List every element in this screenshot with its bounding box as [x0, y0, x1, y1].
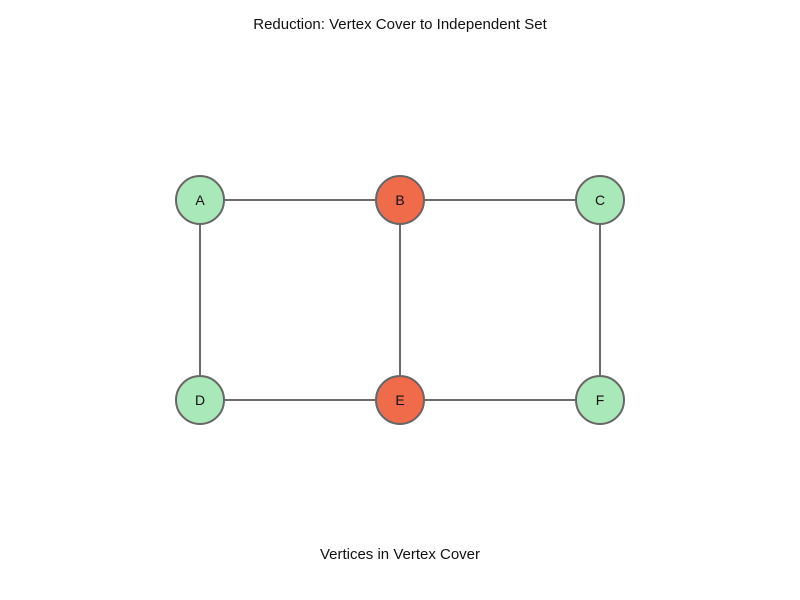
node-b: B [375, 175, 425, 225]
node-label-a: A [195, 192, 205, 208]
diagram-caption: Vertices in Vertex Cover [319, 546, 481, 563]
node-d: D [175, 375, 225, 425]
node-label-b: B [395, 192, 404, 208]
node-c: C [575, 175, 625, 225]
edges-layer [199, 199, 601, 401]
node-f: F [575, 375, 625, 425]
node-label-e: E [395, 392, 404, 408]
graph-svg: A B C D E F [175, 175, 625, 425]
diagram-canvas: Reduction: Vertex Cover to Independent S… [0, 0, 800, 600]
node-label-d: D [195, 392, 205, 408]
node-e: E [375, 375, 425, 425]
node-label-f: F [596, 392, 605, 408]
node-a: A [175, 175, 225, 225]
node-label-c: C [595, 192, 605, 208]
